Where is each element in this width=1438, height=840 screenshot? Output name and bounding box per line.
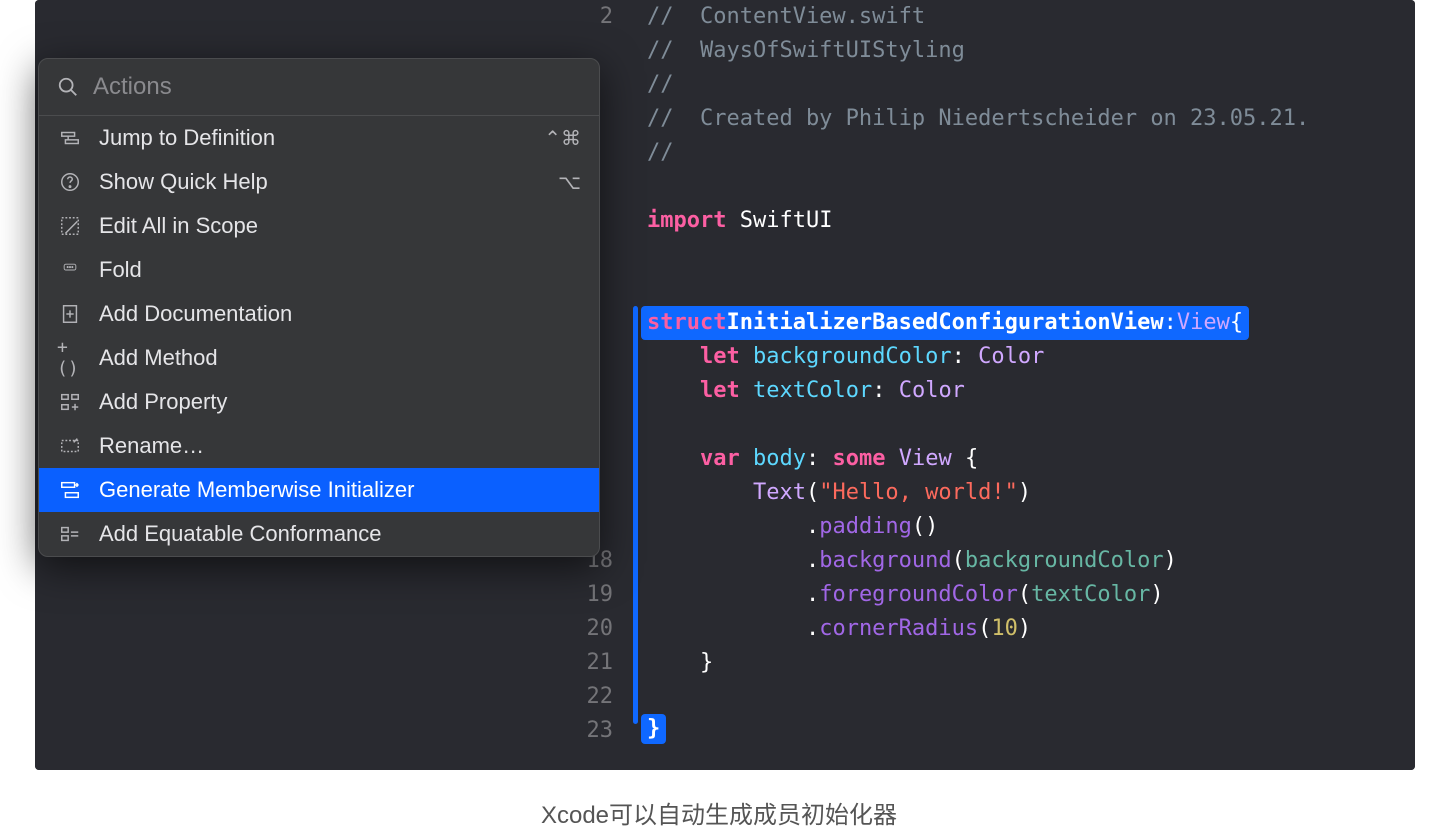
menu-item-add-documentation[interactable]: Add Documentation: [39, 292, 599, 336]
actions-popup: Jump to Definition ⌃⌘ Show Quick Help ⌥ …: [38, 58, 600, 557]
code-comment: // WaysOfSwiftUIStyling: [647, 38, 965, 63]
line-number: 21: [587, 646, 614, 680]
menu-item-edit-all-in-scope[interactable]: Edit All in Scope: [39, 204, 599, 248]
menu-item-add-method[interactable]: +() Add Method: [39, 336, 599, 380]
property-name: body: [753, 446, 806, 471]
number-literal: 10: [991, 616, 1018, 641]
code-comment: // Created by Philip Niedertscheider on …: [647, 106, 1309, 131]
highlighted-declaration[interactable]: struct InitializerBasedConfigurationView…: [641, 306, 1249, 340]
eq-icon: [57, 521, 83, 547]
menu-item-label: Fold: [99, 257, 581, 283]
method-call: cornerRadius: [819, 616, 978, 641]
menu-item-generate-memberwise-initializer[interactable]: Generate Memberwise Initializer: [39, 468, 599, 512]
method-call: padding: [819, 514, 912, 539]
fold-icon: [57, 257, 83, 283]
type-name: View: [899, 446, 952, 471]
rename-icon: [57, 433, 83, 459]
type-name: Color: [978, 344, 1044, 369]
fold-ribbon: [633, 306, 638, 724]
line-number: 19: [587, 578, 614, 612]
method-call: foregroundColor: [819, 582, 1018, 607]
actions-menu-list: Jump to Definition ⌃⌘ Show Quick Help ⌥ …: [39, 116, 599, 556]
help-icon: [57, 169, 83, 195]
menu-item-show-quick-help[interactable]: Show Quick Help ⌥: [39, 160, 599, 204]
argument: textColor: [1031, 582, 1150, 607]
init-icon: [57, 477, 83, 503]
menu-item-label: Add Equatable Conformance: [99, 521, 581, 547]
type-name: Text: [753, 480, 806, 505]
keyword-some: some: [832, 446, 885, 471]
actions-search-row: [39, 59, 599, 116]
menu-item-add-property[interactable]: Add Property: [39, 380, 599, 424]
menu-item-label: Show Quick Help: [99, 169, 558, 195]
adddoc-icon: [57, 301, 83, 327]
prop-icon: [57, 389, 83, 415]
keyword-struct: struct: [647, 306, 726, 340]
image-caption: Xcode可以自动生成成员初始化器: [0, 795, 1438, 830]
line-number: 2: [587, 0, 614, 34]
scope-icon: [57, 213, 83, 239]
module-name: SwiftUI: [740, 208, 833, 233]
actions-search-input[interactable]: [93, 73, 581, 101]
method-call: background: [819, 548, 951, 573]
menu-item-add-equatable-conformance[interactable]: Add Equatable Conformance: [39, 512, 599, 556]
keyword-var: var: [700, 446, 740, 471]
menu-item-label: Generate Memberwise Initializer: [99, 477, 581, 503]
argument: backgroundColor: [965, 548, 1164, 573]
menu-item-shortcut: ⌃⌘: [544, 126, 581, 151]
property-name: textColor: [753, 378, 872, 403]
line-number: 20: [587, 612, 614, 646]
closing-brace-highlight: }: [641, 714, 666, 744]
menu-item-rename[interactable]: Rename…: [39, 424, 599, 468]
type-name: InitializerBasedConfigurationView: [726, 306, 1163, 340]
type-name: Color: [899, 378, 965, 403]
code-comment: //: [647, 140, 674, 165]
code-comment: // ContentView.swift: [647, 4, 925, 29]
property-name: backgroundColor: [753, 344, 952, 369]
keyword-import: import: [647, 208, 726, 233]
menu-item-label: Add Method: [99, 345, 581, 371]
menu-item-label: Add Documentation: [99, 301, 581, 327]
menu-item-label: Add Property: [99, 389, 581, 415]
menu-item-fold[interactable]: Fold: [39, 248, 599, 292]
menu-item-label: Jump to Definition: [99, 125, 544, 151]
method-icon: +(): [57, 345, 83, 371]
code-comment: //: [647, 72, 674, 97]
line-number: 23: [587, 714, 614, 748]
jump-icon: [57, 125, 83, 151]
code-content[interactable]: // ContentView.swift // WaysOfSwiftUISty…: [623, 0, 1415, 770]
keyword-let: let: [700, 344, 740, 369]
menu-item-label: Edit All in Scope: [99, 213, 581, 239]
search-icon: [57, 76, 79, 98]
menu-item-label: Rename…: [99, 433, 581, 459]
string-literal: "Hello, world!": [819, 480, 1018, 505]
line-number: 22: [587, 680, 614, 714]
menu-item-jump-to-definition[interactable]: Jump to Definition ⌃⌘: [39, 116, 599, 160]
keyword-let: let: [700, 378, 740, 403]
protocol-name: View: [1177, 306, 1230, 340]
menu-item-shortcut: ⌥: [558, 170, 581, 195]
